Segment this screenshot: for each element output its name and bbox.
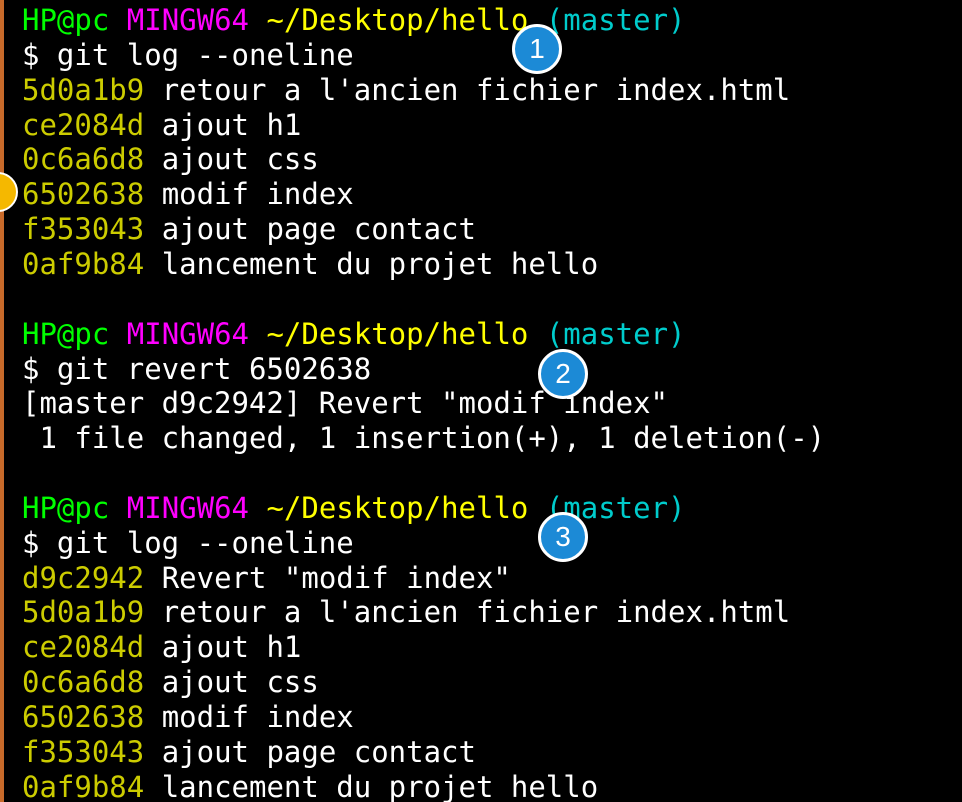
- prompt-shell: MINGW64: [126, 490, 249, 525]
- commit-message: retour a l'ancien fichier index.html: [161, 595, 791, 630]
- commit-hash: 5d0a1b9: [22, 595, 145, 630]
- commit-hash: ce2084d: [22, 630, 145, 665]
- commit-message: modif index: [161, 177, 354, 212]
- commit-message: retour a l'ancien fichier index.html: [161, 72, 791, 107]
- commit-line: f353043 ajout page contact: [22, 735, 476, 770]
- prompt-user: HP@pc: [22, 490, 110, 525]
- partial-annotation-badge: [0, 172, 18, 212]
- command-line: $ git log --oneline: [22, 526, 354, 561]
- prompt-path: ~/Desktop/hello: [266, 3, 529, 37]
- commit-hash: f353043: [22, 212, 145, 247]
- commit-line: 0af9b84 lancement du projet hello: [22, 770, 598, 802]
- commit-line: f353043 ajout page contact: [22, 212, 476, 247]
- commit-line: 6502638 modif index: [22, 700, 354, 735]
- terminal-window[interactable]: HP@pc MINGW64 ~/Desktop/hello (master) $ …: [0, 0, 962, 802]
- commit-message: lancement du projet hello: [161, 769, 599, 802]
- commit-line: 0c6a6d8 ajout css: [22, 142, 319, 177]
- commit-hash: 0af9b84: [22, 769, 145, 802]
- commit-hash: 0af9b84: [22, 246, 145, 281]
- commit-hash: ce2084d: [22, 107, 145, 142]
- commit-line: 5d0a1b9 retour a l'ancien fichier index.…: [22, 595, 790, 630]
- prompt-branch: (master): [545, 3, 686, 37]
- commit-hash: 0c6a6d8: [22, 142, 145, 177]
- prompt-branch: (master): [545, 316, 686, 351]
- prompt-line: HP@pc MINGW64 ~/Desktop/hello (master): [22, 491, 686, 526]
- commit-message: ajout css: [161, 142, 319, 177]
- commit-message: ajout page contact: [161, 734, 476, 769]
- command-line: $ git revert 6502638: [22, 352, 371, 387]
- command-text: $ git log --oneline: [22, 525, 354, 560]
- prompt-line: HP@pc MINGW64 ~/Desktop/hello (master): [22, 3, 686, 38]
- commit-message: ajout h1: [161, 107, 302, 142]
- commit-message: ajout css: [161, 665, 319, 700]
- commit-line: ce2084d ajout h1: [22, 108, 301, 143]
- prompt-path: ~/Desktop/hello: [266, 490, 529, 525]
- command-text: $ git revert 6502638: [22, 351, 372, 386]
- command-line: $ git log --oneline: [22, 38, 354, 73]
- commit-hash: 6502638: [22, 700, 145, 734]
- commit-message: Revert "modif index": [161, 560, 511, 595]
- annotation-badge-1: 1: [512, 24, 562, 74]
- commit-hash: d9c2942: [22, 560, 145, 595]
- prompt-shell: MINGW64: [126, 316, 249, 351]
- commit-hash: 0c6a6d8: [22, 665, 145, 700]
- commit-line: 6502638 modif index: [22, 177, 354, 212]
- prompt-path: ~/Desktop/hello: [266, 316, 529, 351]
- commit-line: 5d0a1b9 retour a l'ancien fichier index.…: [22, 73, 790, 108]
- prompt-user: HP@pc: [22, 3, 110, 37]
- prompt-user: HP@pc: [22, 316, 110, 351]
- annotation-badge-2: 2: [538, 349, 588, 399]
- commit-line: 0c6a6d8 ajout css: [22, 665, 319, 700]
- command-text: $ git log --oneline: [22, 37, 354, 72]
- window-left-border: [0, 0, 4, 802]
- commit-message: ajout page contact: [161, 212, 476, 247]
- commit-line: 0af9b84 lancement du projet hello: [22, 247, 598, 282]
- output-text: 1 file changed, 1 insertion(+), 1 deleti…: [22, 421, 826, 456]
- commit-hash: 5d0a1b9: [22, 72, 145, 107]
- commit-hash: f353043: [22, 734, 145, 769]
- commit-hash: 6502638: [22, 177, 145, 212]
- commit-line: d9c2942 Revert "modif index": [22, 561, 511, 596]
- commit-message: ajout h1: [161, 630, 302, 665]
- prompt-line: HP@pc MINGW64 ~/Desktop/hello (master): [22, 317, 686, 352]
- commit-message: modif index: [161, 700, 354, 734]
- prompt-shell: MINGW64: [126, 3, 249, 37]
- annotation-badge-3: 3: [538, 512, 588, 562]
- output-line: 1 file changed, 1 insertion(+), 1 deleti…: [22, 421, 825, 456]
- commit-message: lancement du projet hello: [161, 246, 599, 281]
- commit-line: ce2084d ajout h1: [22, 630, 301, 665]
